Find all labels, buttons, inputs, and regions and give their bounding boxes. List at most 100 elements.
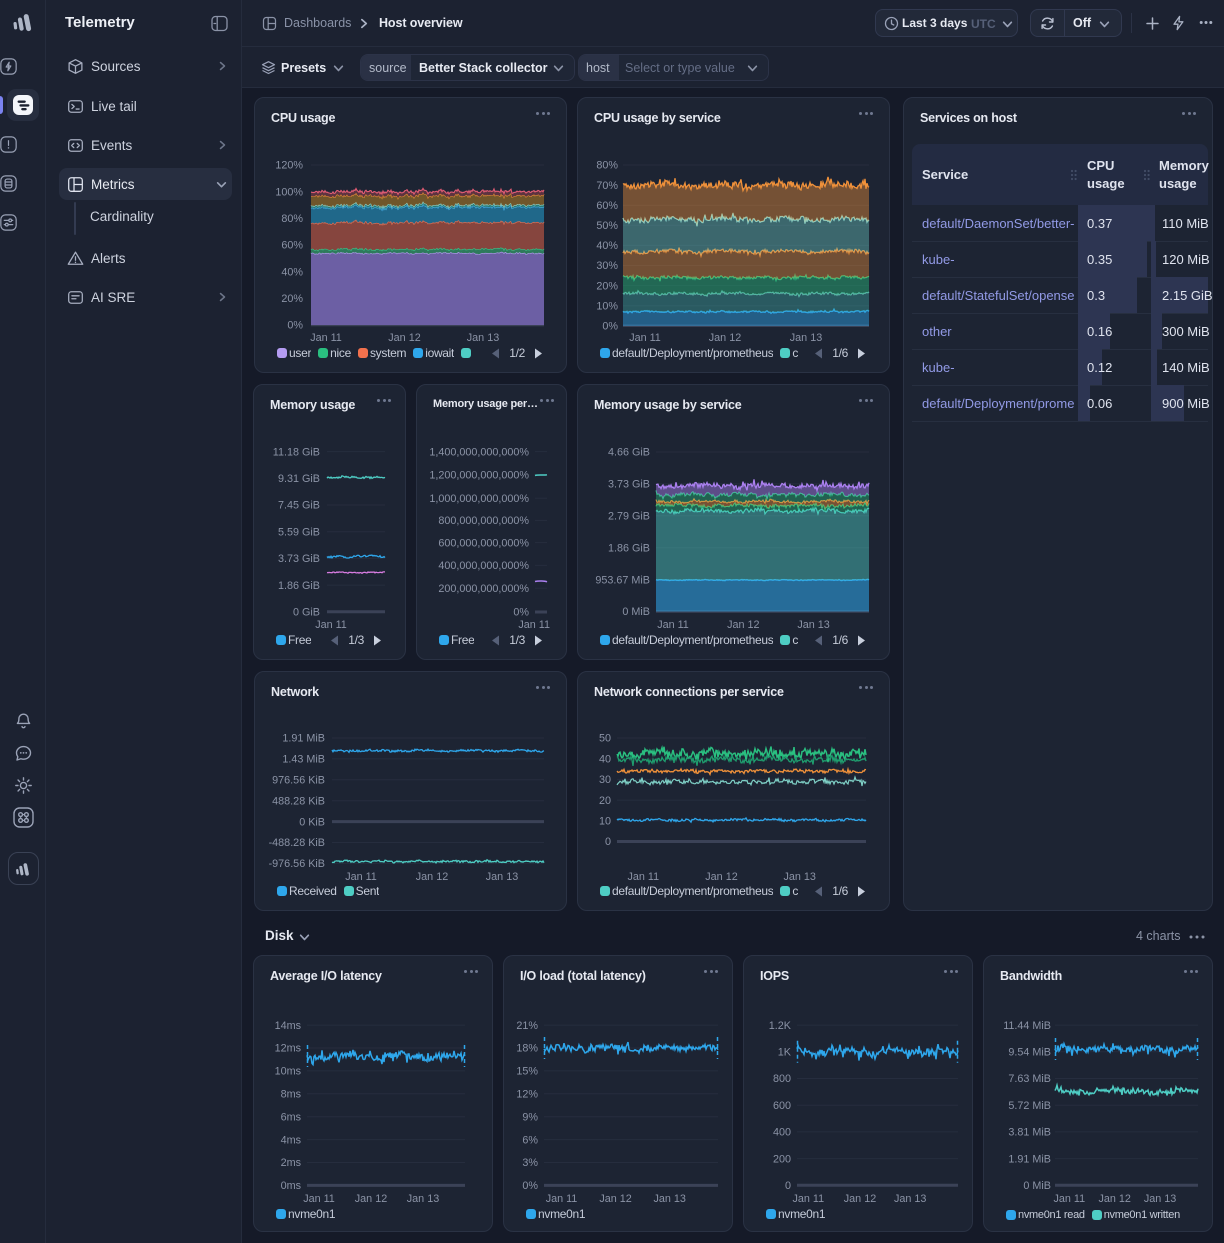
svg-text:800: 800 <box>773 1073 791 1085</box>
svg-text:20%: 20% <box>281 293 303 305</box>
svg-text:Jan 13: Jan 13 <box>467 332 499 344</box>
svg-text:0%: 0% <box>602 321 618 333</box>
svg-text:Jan 12: Jan 12 <box>599 1193 631 1205</box>
svg-text:-488.28 KiB: -488.28 KiB <box>269 837 325 849</box>
svg-text:11.44 MiB: 11.44 MiB <box>1003 1020 1051 1032</box>
svg-text:Jan 11: Jan 11 <box>1053 1193 1085 1205</box>
svg-text:40%: 40% <box>281 266 303 278</box>
svg-text:12%: 12% <box>516 1089 538 1101</box>
svg-text:2ms: 2ms <box>281 1157 302 1169</box>
svg-text:Jan 12: Jan 12 <box>388 332 420 344</box>
svg-text:1,000,000,000,000%: 1,000,000,000,000% <box>429 493 529 505</box>
svg-text:Jan 13: Jan 13 <box>894 1193 926 1205</box>
svg-text:0%: 0% <box>513 607 529 619</box>
svg-text:Jan 13: Jan 13 <box>486 871 518 883</box>
svg-text:953.67 MiB: 953.67 MiB <box>595 574 650 586</box>
svg-text:976.56 KiB: 976.56 KiB <box>272 775 325 787</box>
svg-text:12ms: 12ms <box>275 1043 302 1055</box>
svg-text:0: 0 <box>785 1180 791 1192</box>
svg-text:7.63 MiB: 7.63 MiB <box>1008 1073 1051 1085</box>
svg-text:Jan 11: Jan 11 <box>303 1193 335 1205</box>
svg-text:-976.56 KiB: -976.56 KiB <box>269 858 325 870</box>
svg-text:60%: 60% <box>596 200 618 212</box>
svg-text:2.79 GiB: 2.79 GiB <box>608 511 650 523</box>
svg-text:120%: 120% <box>275 160 303 172</box>
svg-text:6ms: 6ms <box>281 1111 302 1123</box>
svg-text:80%: 80% <box>281 213 303 225</box>
svg-text:Jan 13: Jan 13 <box>1144 1193 1176 1205</box>
svg-text:4ms: 4ms <box>281 1134 302 1146</box>
svg-text:Jan 13: Jan 13 <box>790 332 822 344</box>
svg-text:5.59 GiB: 5.59 GiB <box>278 526 320 538</box>
svg-text:Jan 11: Jan 11 <box>792 1193 824 1205</box>
svg-text:9.31 GiB: 9.31 GiB <box>278 473 320 485</box>
svg-text:0: 0 <box>605 836 611 848</box>
svg-text:18%: 18% <box>516 1043 538 1055</box>
svg-text:Jan 12: Jan 12 <box>709 332 741 344</box>
svg-text:15%: 15% <box>516 1066 538 1078</box>
svg-text:1.2K: 1.2K <box>769 1020 792 1032</box>
svg-text:Jan 12: Jan 12 <box>727 619 759 631</box>
svg-text:3%: 3% <box>522 1157 538 1169</box>
svg-text:200,000,000,000%: 200,000,000,000% <box>438 583 529 595</box>
svg-text:488.28 KiB: 488.28 KiB <box>272 795 325 807</box>
svg-text:30%: 30% <box>596 260 618 272</box>
svg-text:11.18 GiB: 11.18 GiB <box>273 446 320 458</box>
svg-text:Jan 11: Jan 11 <box>518 619 550 631</box>
svg-text:8ms: 8ms <box>281 1089 302 1101</box>
svg-text:20%: 20% <box>596 280 618 292</box>
svg-text:200: 200 <box>773 1153 791 1165</box>
svg-text:21%: 21% <box>516 1020 538 1032</box>
svg-text:40%: 40% <box>596 240 618 252</box>
svg-text:3.73 GiB: 3.73 GiB <box>278 553 320 565</box>
svg-text:800,000,000,000%: 800,000,000,000% <box>438 515 529 527</box>
svg-text:400,000,000,000%: 400,000,000,000% <box>438 560 529 572</box>
svg-text:600: 600 <box>773 1100 791 1112</box>
svg-text:Jan 12: Jan 12 <box>416 871 448 883</box>
svg-text:80%: 80% <box>596 160 618 172</box>
svg-text:10: 10 <box>599 816 611 828</box>
svg-text:600,000,000,000%: 600,000,000,000% <box>438 537 529 549</box>
svg-text:4.66 GiB: 4.66 GiB <box>608 447 650 459</box>
svg-text:0 KiB: 0 KiB <box>299 816 325 828</box>
svg-text:40: 40 <box>599 753 611 765</box>
svg-text:1.43 MiB: 1.43 MiB <box>282 754 325 766</box>
svg-text:10ms: 10ms <box>275 1066 302 1078</box>
svg-text:Jan 11: Jan 11 <box>546 1193 578 1205</box>
svg-text:0 MiB: 0 MiB <box>1023 1180 1051 1192</box>
svg-text:Jan 12: Jan 12 <box>705 871 737 883</box>
svg-text:Jan 12: Jan 12 <box>844 1193 876 1205</box>
svg-text:Jan 13: Jan 13 <box>783 871 815 883</box>
svg-text:Jan 11: Jan 11 <box>627 871 659 883</box>
svg-text:10%: 10% <box>596 300 618 312</box>
svg-text:60%: 60% <box>281 240 303 252</box>
svg-text:6%: 6% <box>522 1134 538 1146</box>
svg-text:1.91 MiB: 1.91 MiB <box>1008 1153 1051 1165</box>
svg-text:Jan 11: Jan 11 <box>345 871 377 883</box>
svg-text:3.73 GiB: 3.73 GiB <box>608 479 650 491</box>
svg-text:7.45 GiB: 7.45 GiB <box>278 500 320 512</box>
svg-text:1,200,000,000,000%: 1,200,000,000,000% <box>429 470 529 482</box>
svg-text:0ms: 0ms <box>281 1180 302 1192</box>
svg-text:Jan 13: Jan 13 <box>797 619 829 631</box>
svg-text:Jan 11: Jan 11 <box>315 619 347 631</box>
svg-text:3.81 MiB: 3.81 MiB <box>1008 1127 1051 1139</box>
svg-text:50: 50 <box>599 733 611 745</box>
svg-text:5.72 MiB: 5.72 MiB <box>1008 1100 1051 1112</box>
svg-text:1K: 1K <box>778 1047 792 1059</box>
svg-text:9.54 MiB: 9.54 MiB <box>1008 1047 1051 1059</box>
svg-text:1,400,000,000,000%: 1,400,000,000,000% <box>429 446 529 458</box>
svg-text:0 GiB: 0 GiB <box>293 607 320 619</box>
svg-text:Jan 13: Jan 13 <box>653 1193 685 1205</box>
svg-text:9%: 9% <box>522 1111 538 1123</box>
svg-text:1.91 MiB: 1.91 MiB <box>282 733 325 745</box>
svg-text:20: 20 <box>599 795 611 807</box>
svg-text:30: 30 <box>599 774 611 786</box>
svg-text:Jan 12: Jan 12 <box>355 1193 387 1205</box>
svg-text:400: 400 <box>773 1127 791 1139</box>
svg-text:14ms: 14ms <box>275 1020 302 1032</box>
svg-text:Jan 13: Jan 13 <box>407 1193 439 1205</box>
svg-text:Jan 12: Jan 12 <box>1098 1193 1130 1205</box>
svg-text:Jan 11: Jan 11 <box>657 619 689 631</box>
svg-text:1.86 GiB: 1.86 GiB <box>608 542 650 554</box>
